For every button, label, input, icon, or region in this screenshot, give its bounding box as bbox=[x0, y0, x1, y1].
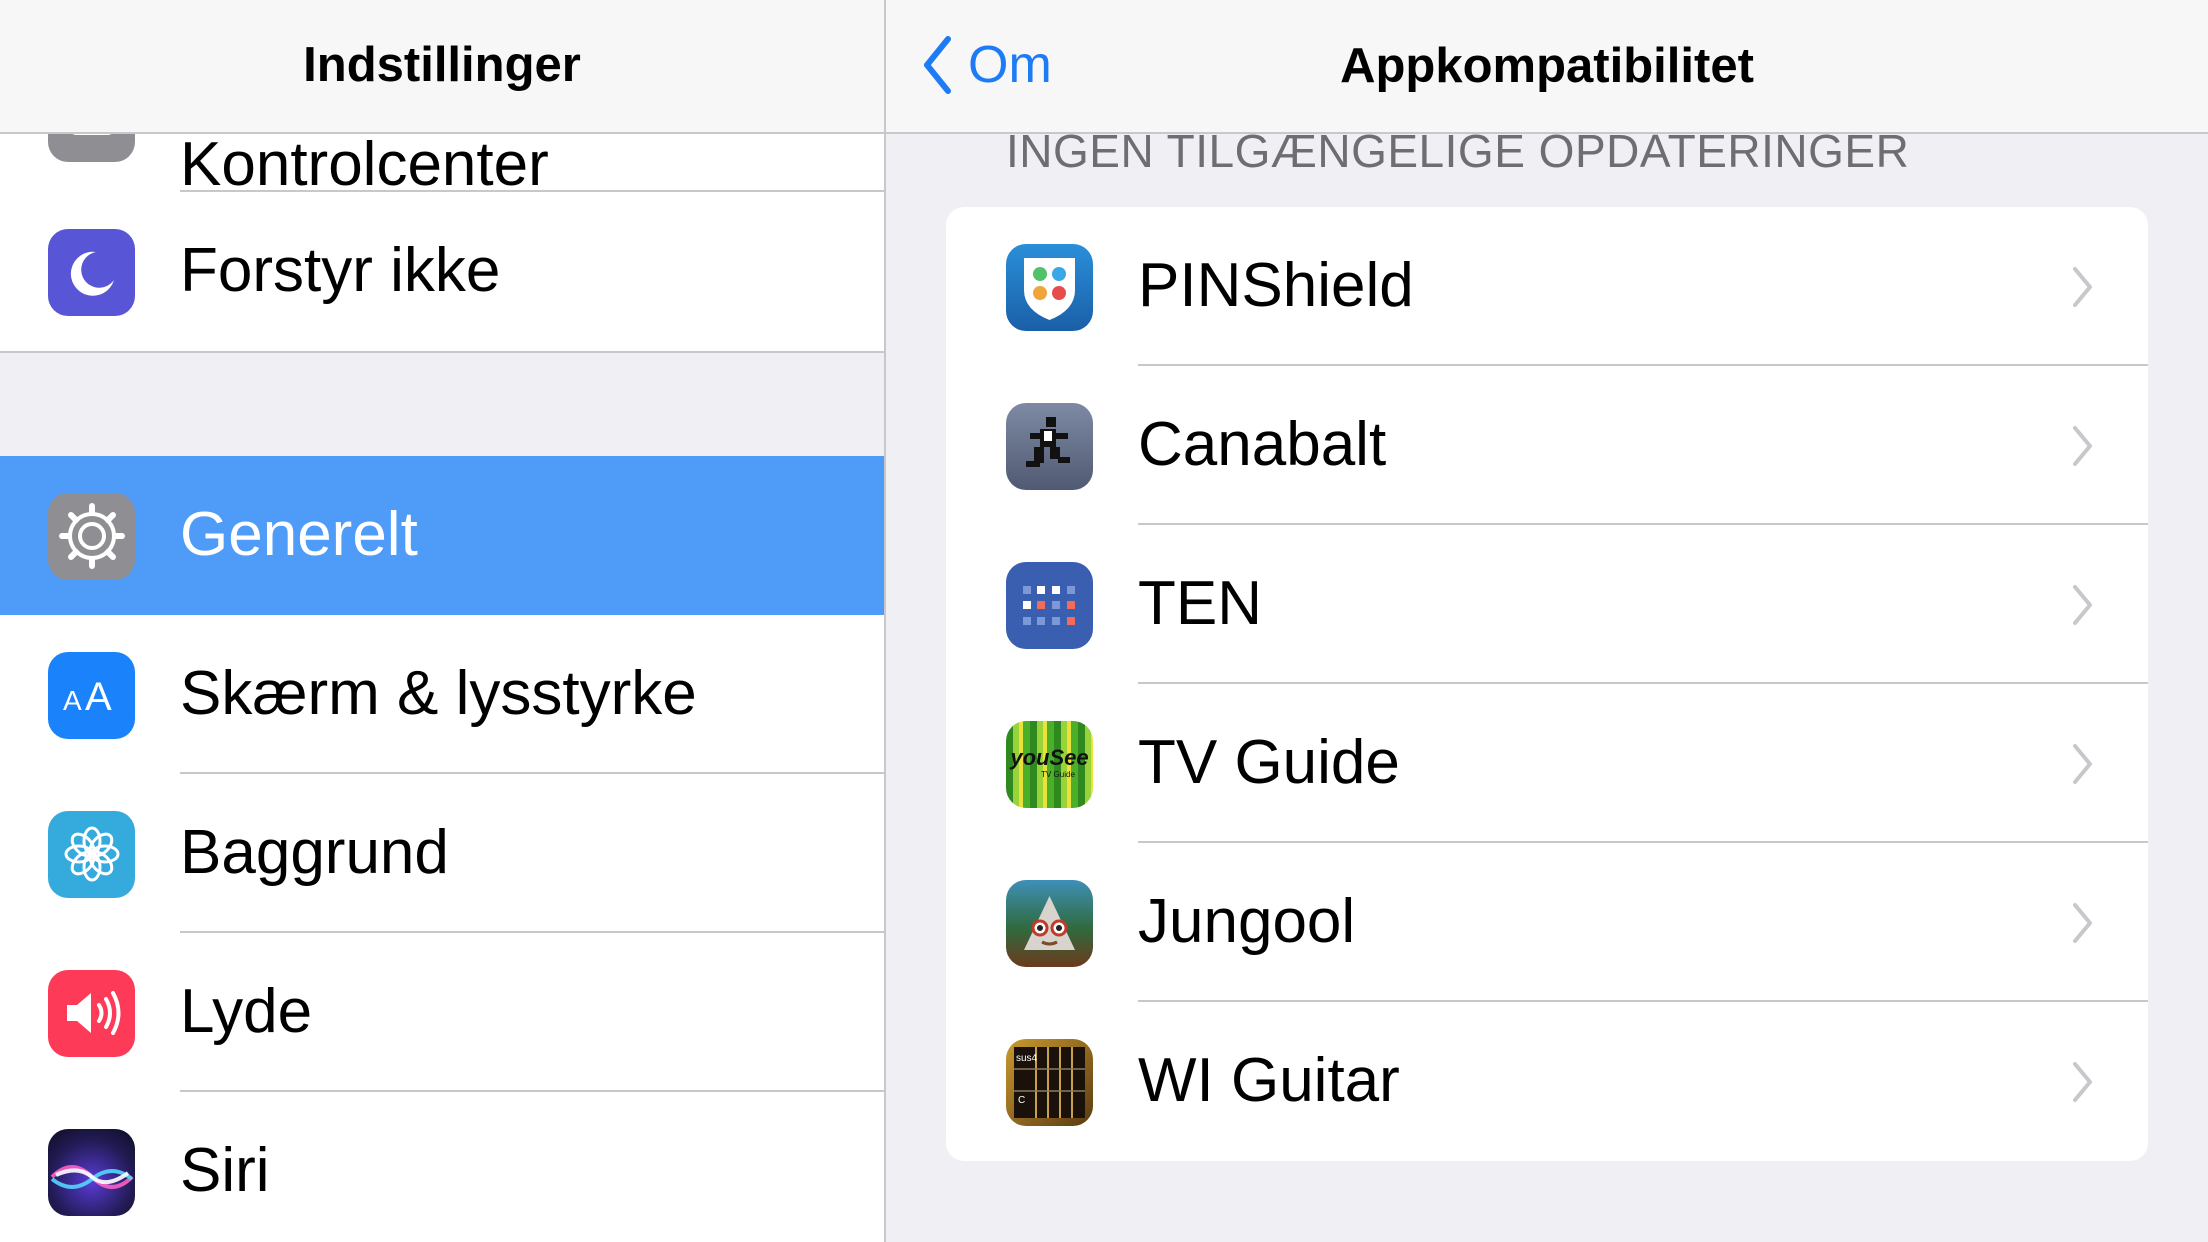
app-row-tv-guide[interactable]: youSee TV Guide TV Guide bbox=[946, 684, 2148, 843]
sidebar-item-lyde[interactable]: Lyde bbox=[0, 933, 884, 1092]
sidebar-item-baggrund[interactable]: Baggrund bbox=[0, 774, 884, 933]
app-row-pinshield[interactable]: PINShield bbox=[946, 207, 2148, 366]
ten-app-icon bbox=[1006, 561, 1093, 649]
chevron-right-icon bbox=[2073, 584, 2092, 625]
chevron-right-icon bbox=[2073, 1061, 2092, 1102]
svg-text:A: A bbox=[85, 675, 112, 719]
page-title: Indstillinger bbox=[303, 38, 581, 92]
text-size-icon: AA bbox=[48, 651, 135, 739]
app-row-wi-guitar[interactable]: sus4 C WI Guitar bbox=[946, 1002, 2148, 1161]
detail-pane: INGEN TILGÆNGELIGE OPDATERINGER PINShiel… bbox=[886, 0, 2208, 1242]
svg-text:A: A bbox=[63, 685, 82, 716]
detail-navigation-bar: Appkompatibilitet Om bbox=[886, 0, 2208, 134]
moon-icon bbox=[48, 228, 135, 316]
sidebar-item-label: Skærm & lysstyrke bbox=[180, 658, 697, 728]
sidebar-item-label: Lyde bbox=[180, 976, 313, 1046]
wi-guitar-icon-subtext: C bbox=[1018, 1095, 1025, 1106]
sidebar-item-label: Forstyr ikke bbox=[180, 235, 501, 305]
app-name: Jungool bbox=[1138, 886, 1356, 956]
sidebar-item-label: Baggrund bbox=[180, 817, 449, 887]
chevron-right-icon bbox=[2073, 266, 2092, 307]
app-list: PINShield Canabalt TEN youSee TV Guide T… bbox=[946, 207, 2148, 1161]
siri-icon bbox=[48, 1128, 135, 1216]
sidebar-item-label: Siri bbox=[180, 1135, 270, 1205]
chevron-right-icon bbox=[2073, 902, 2092, 943]
master-navigation-bar: Indstillinger bbox=[0, 0, 884, 134]
app-name: PINShield bbox=[1138, 250, 1414, 320]
sidebar-item-label: Generelt bbox=[180, 499, 418, 569]
app-row-canabalt[interactable]: Canabalt bbox=[946, 366, 2148, 525]
settings-group-2: Generelt AA Skærm & lysstyrke Baggrund L… bbox=[0, 456, 884, 1242]
wi-guitar-icon-text: sus4 bbox=[1016, 1053, 1038, 1064]
page-title: Appkompatibilitet bbox=[1340, 39, 1754, 93]
app-row-jungool[interactable]: Jungool bbox=[946, 843, 2148, 1002]
pinshield-app-icon bbox=[1006, 243, 1093, 331]
app-row-ten[interactable]: TEN bbox=[946, 525, 2148, 684]
speaker-icon bbox=[48, 969, 135, 1057]
app-name: TV Guide bbox=[1138, 727, 1400, 797]
tv-guide-app-icon: youSee TV Guide bbox=[1006, 720, 1093, 808]
sidebar-item-skaerm-lysstyrke[interactable]: AA Skærm & lysstyrke bbox=[0, 615, 884, 774]
app-name: WI Guitar bbox=[1138, 1045, 1400, 1115]
canabalt-app-icon bbox=[1006, 402, 1093, 490]
gear-icon bbox=[48, 492, 135, 580]
flower-icon bbox=[48, 810, 135, 898]
back-button-label: Om bbox=[968, 36, 1052, 94]
sidebar-item-generelt[interactable]: Generelt bbox=[0, 456, 884, 615]
settings-master-pane: Kontrolcenter Forstyr ikke Generelt A A … bbox=[0, 0, 884, 1242]
tv-guide-icon-subtext: TV Guide bbox=[1041, 770, 1075, 779]
jungool-app-icon bbox=[1006, 879, 1093, 967]
wi-guitar-app-icon: sus4 C bbox=[1006, 1038, 1093, 1126]
app-name: Canabalt bbox=[1138, 409, 1387, 479]
sidebar-item-siri[interactable]: Siri bbox=[0, 1092, 884, 1242]
chevron-right-icon bbox=[2073, 425, 2092, 466]
chevron-right-icon bbox=[2073, 743, 2092, 784]
sidebar-item-forstyr-ikke[interactable]: Forstyr ikke bbox=[0, 192, 884, 351]
chevron-left-icon bbox=[924, 36, 951, 94]
settings-group-1: Forstyr ikke bbox=[0, 192, 884, 353]
back-button[interactable]: Om bbox=[922, 30, 1052, 100]
app-name: TEN bbox=[1138, 568, 1262, 638]
tv-guide-icon-text: youSee bbox=[1009, 745, 1088, 770]
